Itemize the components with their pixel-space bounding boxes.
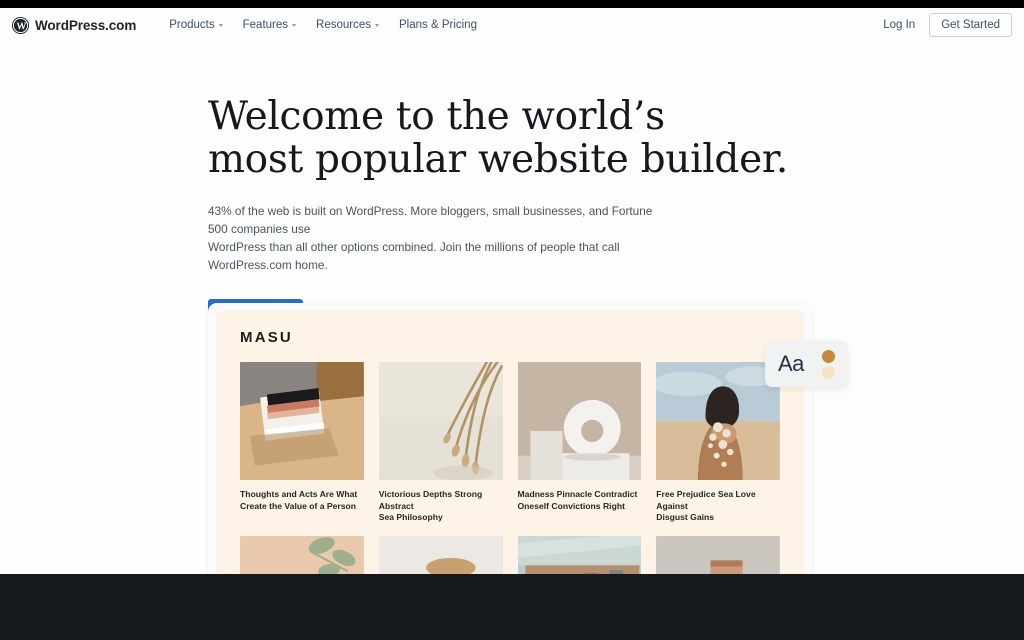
nav-links: Products Features Resources Plans & Pric… [160, 15, 486, 35]
post-title-line-1: Madness Pinnacle Contradict [517, 489, 638, 499]
top-navigation-bar: WordPress.com Products Features Resource… [0, 8, 1024, 42]
nav-item-features-label: Features [242, 19, 289, 31]
chevron-down-icon [218, 24, 223, 27]
nav-item-plans-and-pricing-label: Plans & Pricing [399, 19, 477, 31]
palette-dot-secondary [822, 365, 835, 379]
log-in-link[interactable]: Log In [873, 14, 925, 36]
nav-item-plans-and-pricing[interactable]: Plans & Pricing [390, 15, 486, 35]
chevron-down-icon [375, 24, 379, 27]
hero-section: Welcome to the world’s most popular webs… [208, 95, 908, 329]
post-thumbnail-vase [517, 362, 642, 480]
nav-item-products[interactable]: Products [160, 15, 231, 35]
post-title: Victorious Depths Strong Abstract Sea Ph… [379, 489, 503, 524]
typography-style-badge[interactable]: Aa [765, 341, 848, 387]
preview-post-item[interactable]: Victorious Depths Strong Abstract Sea Ph… [378, 362, 503, 524]
get-started-nav-button[interactable]: Get Started [929, 13, 1012, 37]
nav-item-resources[interactable]: Resources [307, 15, 388, 35]
post-thumbnail-books [240, 362, 364, 480]
post-title-line-2: Oneself Convictions Right [517, 500, 625, 511]
post-title-line-1: Thoughts and Acts Are What [240, 489, 358, 499]
color-palette-dots [822, 349, 835, 379]
nav-item-resources-label: Resources [316, 19, 371, 31]
nav-actions: Log In Get Started [873, 13, 1012, 37]
style-badge-label: Aa [778, 351, 804, 376]
headline-line-1: Welcome to the world’s [208, 94, 665, 139]
wordpress-logo-icon [12, 16, 29, 34]
post-title: Thoughts and Acts Are What Create the Va… [240, 489, 364, 512]
preview-site-title: MASU [240, 329, 293, 346]
post-title: Free Prejudice Sea Love Against Disgust … [656, 489, 780, 524]
post-thumbnail-beach-sand [656, 362, 780, 480]
top-black-bar [0, 0, 1024, 8]
preview-post-item[interactable]: Free Prejudice Sea Love Against Disgust … [656, 362, 780, 524]
page-root: WordPress.com Products Features Resource… [0, 0, 1024, 640]
headline-line-2: most popular website builder. [208, 137, 789, 182]
post-title-line-2: Sea Philosophy [378, 512, 443, 522]
nav-item-products-label: Products [169, 19, 215, 31]
nav-item-features[interactable]: Features [234, 15, 305, 35]
post-title-line-1: Free Prejudice Sea Love Against [656, 489, 756, 511]
preview-post-item[interactable]: Thoughts and Acts Are What Create the Va… [240, 362, 364, 524]
palette-dot-primary [822, 349, 835, 363]
brand-logo-link[interactable]: WordPress.com [12, 16, 137, 34]
post-thumbnail-dried-stems [378, 362, 503, 480]
post-title-line-1: Victorious Depths Strong Abstract [378, 489, 483, 511]
hero-description-line-2: WordPress than all other options combine… [208, 240, 620, 272]
hero-description: 43% of the web is built on WordPress. Mo… [208, 202, 668, 274]
preview-post-item: Madness Pinnacle Contradict Oneself Conv… [517, 362, 642, 524]
hero-description-line-1: 43% of the web is built on WordPress. Mo… [208, 204, 653, 236]
page-title: Welcome to the world’s most popular webs… [208, 95, 908, 181]
post-title: Madness Pinnacle Contradict Oneself Conv… [518, 489, 642, 512]
bottom-dark-section [0, 574, 1024, 640]
brand-name: WordPress.com [35, 17, 137, 33]
chevron-down-icon [292, 24, 297, 27]
post-title-line-2: Disgust Gains [656, 512, 715, 522]
post-title-line-2: Create the Value of a Person [240, 500, 357, 511]
